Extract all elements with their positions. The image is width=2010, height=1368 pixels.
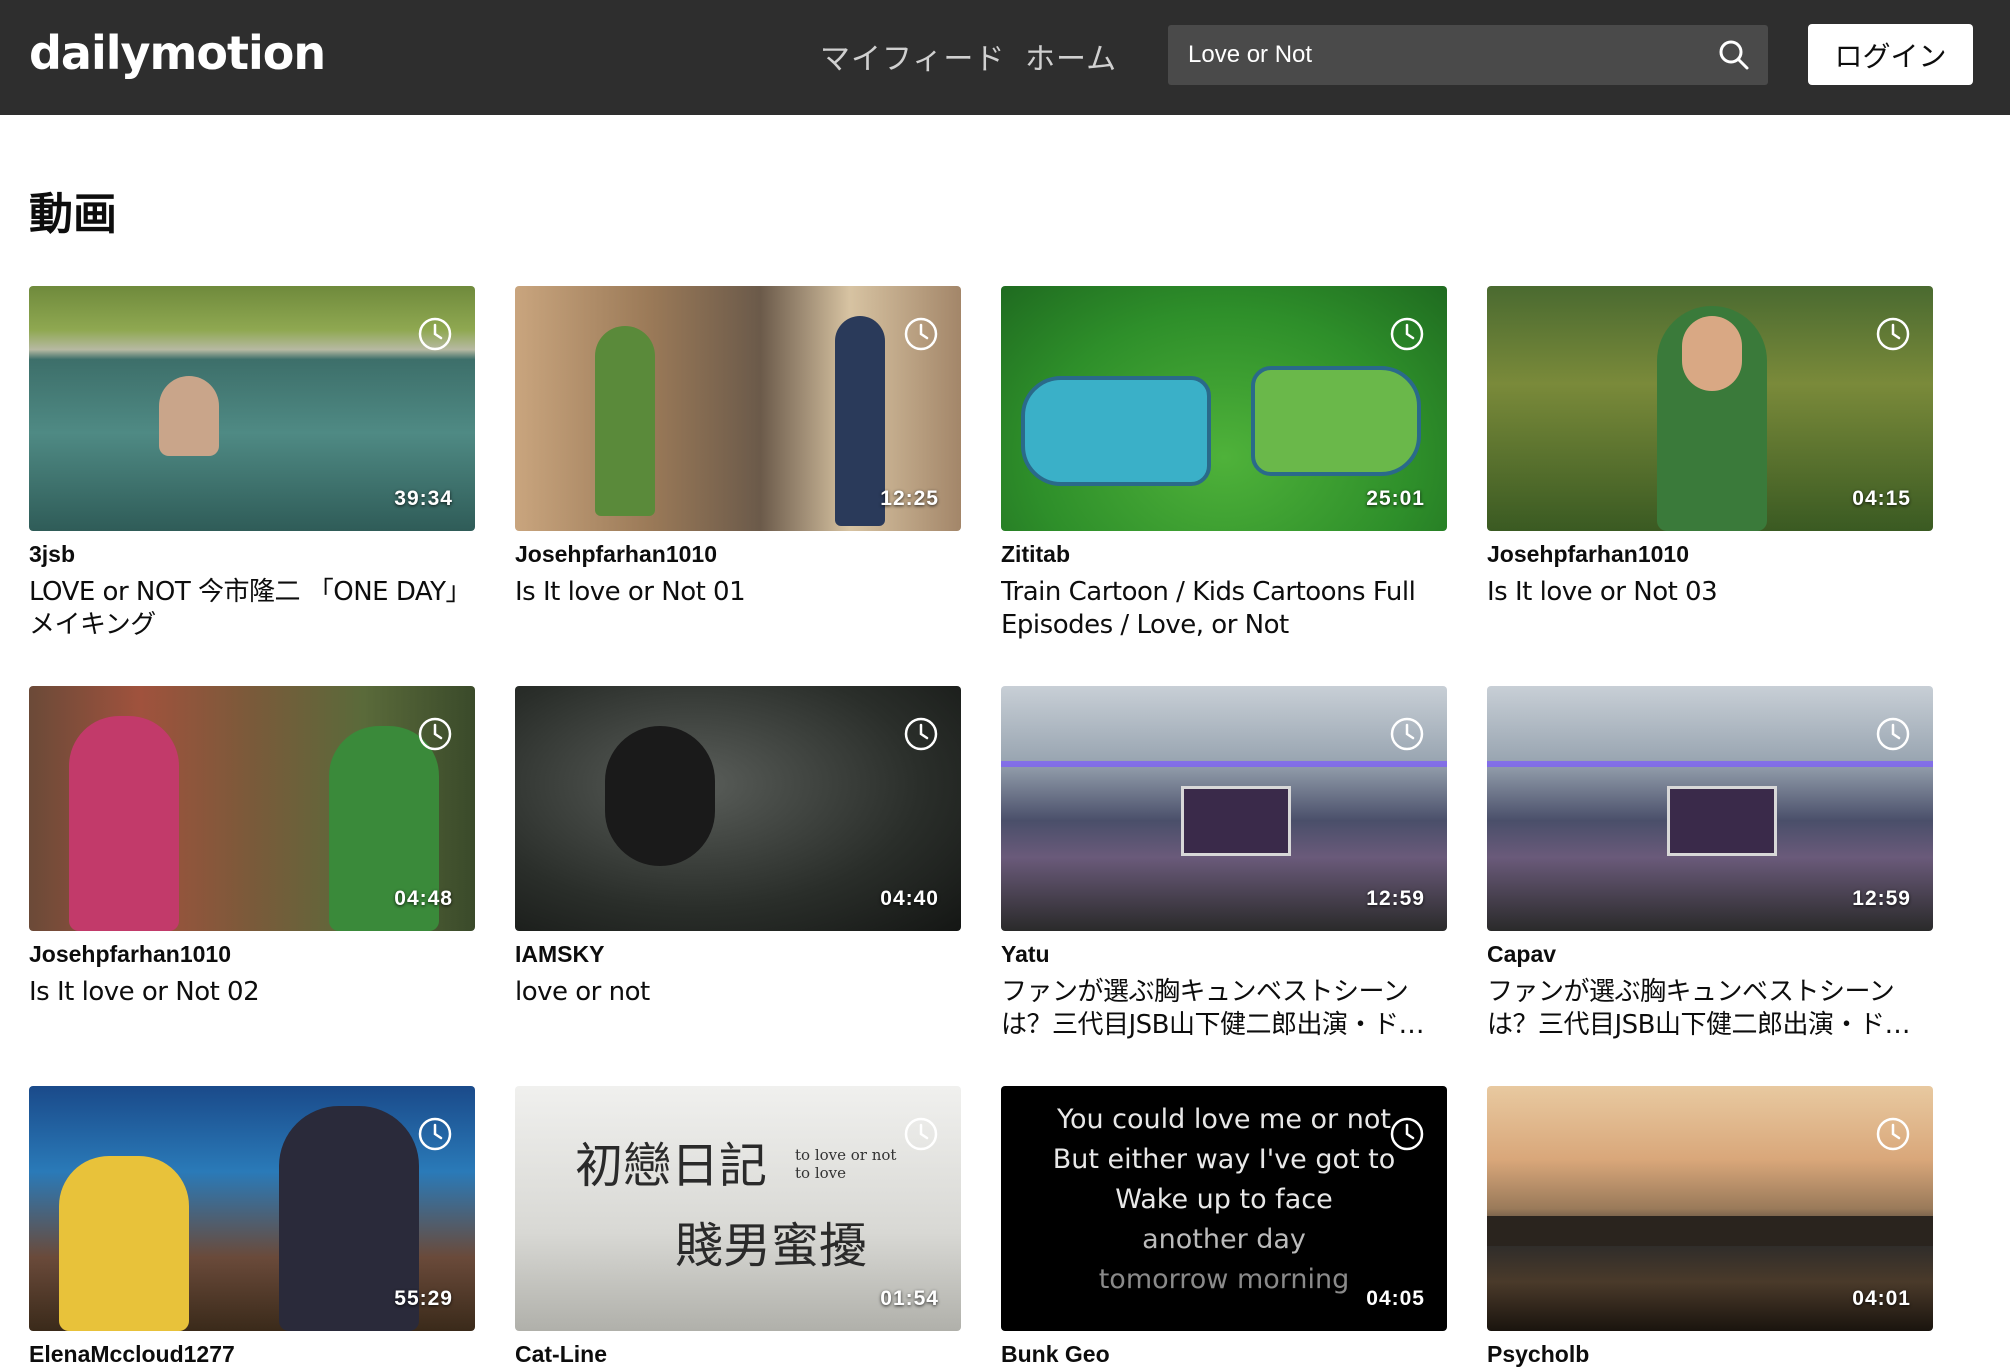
video-title[interactable]: Is It love or Not 03 xyxy=(1487,576,1933,609)
watch-later-icon[interactable] xyxy=(903,316,939,352)
watch-later-icon[interactable] xyxy=(1389,1116,1425,1152)
video-owner[interactable]: Josehpfarhan1010 xyxy=(29,941,475,968)
video-owner[interactable]: Capav xyxy=(1487,941,1933,968)
video-duration: 04:15 xyxy=(1852,487,1911,510)
video-owner[interactable]: Cat-Line xyxy=(515,1341,961,1368)
login-button[interactable]: ログイン xyxy=(1808,24,1973,85)
section-title: 動画 xyxy=(29,189,117,240)
video-card[interactable]: 04:40 IAMSKY love or not xyxy=(515,686,961,1009)
watch-later-icon[interactable] xyxy=(417,1116,453,1152)
video-title[interactable]: Is It love or Not 01 xyxy=(515,576,961,609)
search-input[interactable] xyxy=(1168,25,1708,85)
video-duration: 01:54 xyxy=(880,1287,939,1310)
video-owner[interactable]: Bunk Geo xyxy=(1001,1341,1447,1368)
video-thumbnail[interactable]: 55:29 xyxy=(29,1086,475,1331)
watch-later-icon[interactable] xyxy=(1875,316,1911,352)
video-duration: 12:59 xyxy=(1852,887,1911,910)
video-thumbnail[interactable]: 04:01 xyxy=(1487,1086,1933,1331)
video-duration: 04:01 xyxy=(1852,1287,1911,1310)
video-card[interactable]: 25:01 Zititab Train Cartoon / Kids Carto… xyxy=(1001,286,1447,642)
video-title[interactable]: LOVE or NOT 今市隆二 「ONE DAY」メイキング xyxy=(29,576,475,642)
video-duration: 12:59 xyxy=(1366,887,1425,910)
video-title[interactable]: ファンが選ぶ胸キュンベストシーンは？三代目JSB山下健二郎出演・ドラマ xyxy=(1487,976,1933,1042)
watch-later-icon[interactable] xyxy=(1875,716,1911,752)
watch-later-icon[interactable] xyxy=(1875,1116,1911,1152)
video-owner[interactable]: ElenaMccloud1277 xyxy=(29,1341,475,1368)
video-owner[interactable]: 3jsb xyxy=(29,541,475,568)
video-card[interactable]: 39:34 3jsb LOVE or NOT 今市隆二 「ONE DAY」メイキ… xyxy=(29,286,475,642)
video-duration: 04:40 xyxy=(880,887,939,910)
video-thumbnail[interactable]: You could love me or not But either way … xyxy=(1001,1086,1447,1331)
video-owner[interactable]: Psycholb xyxy=(1487,1341,1933,1368)
video-card[interactable]: You could love me or not But either way … xyxy=(1001,1086,1447,1368)
video-duration: 55:29 xyxy=(394,1287,453,1310)
thumbnail-lyrics: You could love me or not But either way … xyxy=(1052,1104,1396,1295)
video-owner[interactable]: Zititab xyxy=(1001,541,1447,568)
video-title[interactable]: Train Cartoon / Kids Cartoons Full Episo… xyxy=(1001,576,1447,642)
video-card[interactable]: 04:15 Josehpfarhan1010 Is It love or Not… xyxy=(1487,286,1933,609)
video-thumbnail[interactable]: 25:01 xyxy=(1001,286,1447,531)
video-thumbnail[interactable]: 12:59 xyxy=(1001,686,1447,931)
video-thumbnail[interactable]: 39:34 xyxy=(29,286,475,531)
video-card[interactable]: 12:25 Josehpfarhan1010 Is It love or Not… xyxy=(515,286,961,609)
video-duration: 39:34 xyxy=(394,487,453,510)
video-title[interactable]: Is It love or Not 02 xyxy=(29,976,475,1009)
video-card[interactable]: 55:29 ElenaMccloud1277 xyxy=(29,1086,475,1368)
video-title[interactable]: love or not xyxy=(515,976,961,1009)
nav-home[interactable]: ホーム xyxy=(1025,34,1117,78)
video-card[interactable]: 初戀日記 賤男蜜擾 to love or not to love 01:54 C… xyxy=(515,1086,961,1368)
video-thumbnail[interactable]: 12:59 xyxy=(1487,686,1933,931)
dailymotion-logo[interactable]: dailymotion xyxy=(29,26,326,80)
video-thumbnail[interactable]: 初戀日記 賤男蜜擾 to love or not to love 01:54 xyxy=(515,1086,961,1331)
watch-later-icon[interactable] xyxy=(903,716,939,752)
video-duration: 25:01 xyxy=(1366,487,1425,510)
video-owner[interactable]: IAMSKY xyxy=(515,941,961,968)
video-card[interactable]: 12:59 Capav ファンが選ぶ胸キュンベストシーンは？三代目JSB山下健二… xyxy=(1487,686,1933,1042)
top-bar: dailymotion マイフィード ホーム ログイン xyxy=(0,0,2010,115)
video-duration: 12:25 xyxy=(880,487,939,510)
video-thumbnail[interactable]: 04:40 xyxy=(515,686,961,931)
video-thumbnail[interactable]: 04:48 xyxy=(29,686,475,931)
watch-later-icon[interactable] xyxy=(1389,716,1425,752)
video-thumbnail[interactable]: 04:15 xyxy=(1487,286,1933,531)
video-owner[interactable]: Yatu xyxy=(1001,941,1447,968)
watch-later-icon[interactable] xyxy=(417,716,453,752)
watch-later-icon[interactable] xyxy=(903,1116,939,1152)
search-icon[interactable] xyxy=(1718,39,1750,71)
video-duration: 04:48 xyxy=(394,887,453,910)
video-card[interactable]: 04:01 Psycholb xyxy=(1487,1086,1933,1368)
video-card[interactable]: 04:48 Josehpfarhan1010 Is It love or Not… xyxy=(29,686,475,1009)
nav-my-feed[interactable]: マイフィード xyxy=(820,34,1005,78)
watch-later-icon[interactable] xyxy=(417,316,453,352)
thumbnail-tagline: to love or not to love xyxy=(795,1146,897,1182)
video-duration: 04:05 xyxy=(1366,1287,1425,1310)
watch-later-icon[interactable] xyxy=(1389,316,1425,352)
video-thumbnail[interactable]: 12:25 xyxy=(515,286,961,531)
video-card[interactable]: 12:59 Yatu ファンが選ぶ胸キュンベストシーンは？三代目JSB山下健二郎… xyxy=(1001,686,1447,1042)
search-bar xyxy=(1168,25,1768,85)
video-title[interactable]: ファンが選ぶ胸キュンベストシーンは？三代目JSB山下健二郎出演・ドラマ xyxy=(1001,976,1447,1042)
video-owner[interactable]: Josehpfarhan1010 xyxy=(1487,541,1933,568)
video-owner[interactable]: Josehpfarhan1010 xyxy=(515,541,961,568)
